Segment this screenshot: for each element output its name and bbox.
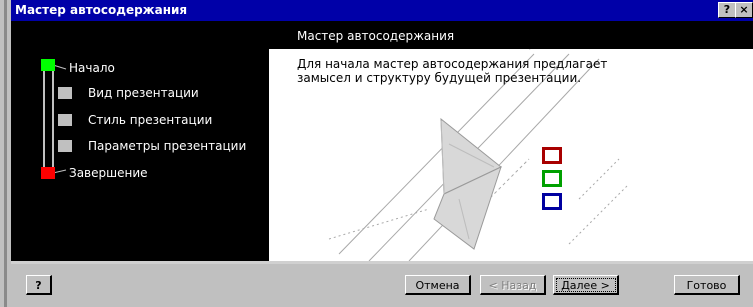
- steps-panel: Начало Вид презентации Стиль презентации…: [11, 21, 269, 261]
- back-button[interactable]: < Назад: [480, 275, 546, 295]
- step-label-params[interactable]: Параметры презентации: [88, 138, 246, 154]
- step-label-start[interactable]: Начало: [69, 60, 115, 76]
- finish-button[interactable]: Готово: [674, 275, 740, 295]
- step-marker-finish: [41, 167, 55, 179]
- panel-description: Для начала мастер автосодержания предлаг…: [297, 57, 608, 85]
- cancel-button[interactable]: Отмена: [405, 275, 471, 295]
- help-button[interactable]: ?: [26, 275, 52, 295]
- blue-square-icon: [542, 193, 562, 210]
- step-marker-view: [58, 87, 72, 99]
- title-bar[interactable]: Мастер автосодержания ? ×: [11, 0, 753, 21]
- button-bar: ? Отмена < Назад Далее > Готово: [11, 264, 753, 307]
- window-title: Мастер автосодержания: [15, 3, 188, 17]
- step-label-finish[interactable]: Завершение: [69, 165, 148, 181]
- step-label-view[interactable]: Вид презентации: [88, 85, 199, 101]
- panel-heading: Мастер автосодержания: [297, 29, 455, 43]
- content-panel: Для начала мастер автосодержания предлаг…: [269, 49, 753, 261]
- green-square-icon: [542, 170, 562, 187]
- step-marker-style: [58, 114, 72, 126]
- left-window-edge: [0, 0, 11, 307]
- step-marker-start: [41, 59, 55, 71]
- red-square-icon: [542, 147, 562, 164]
- step-marker-params: [58, 140, 72, 152]
- help-icon: ?: [35, 279, 42, 292]
- next-button[interactable]: Далее >: [553, 275, 619, 295]
- close-button[interactable]: ×: [735, 2, 753, 18]
- panel-header: Мастер автосодержания: [269, 21, 753, 49]
- help-title-button[interactable]: ?: [718, 2, 736, 18]
- step-label-style[interactable]: Стиль презентации: [88, 112, 212, 128]
- wizard-window: Мастер автосодержания ? × Начало Вид пре…: [0, 0, 753, 307]
